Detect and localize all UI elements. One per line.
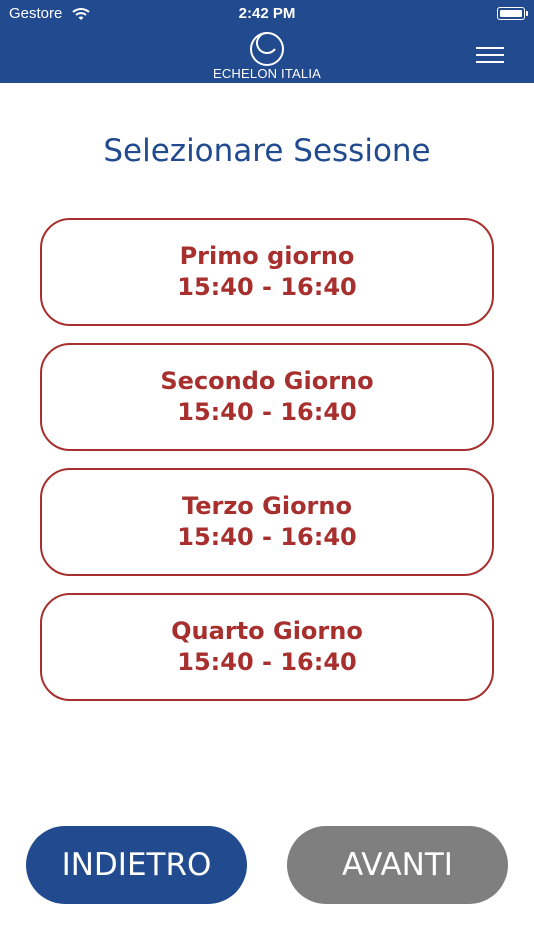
session-time: 15:40 - 16:40 (177, 648, 357, 676)
session-day: Quarto Giorno (171, 617, 363, 645)
session-option-4[interactable]: Quarto Giorno 15:40 - 16:40 (40, 593, 494, 701)
status-bar: Gestore 2:42 PM (0, 0, 534, 28)
session-option-3[interactable]: Terzo Giorno 15:40 - 16:40 (40, 468, 494, 576)
battery-icon (497, 7, 528, 20)
app-header: Gestore 2:42 PM ECHELON ITALIA (0, 0, 534, 83)
echelon-logo-icon (248, 29, 286, 71)
next-button[interactable]: AVANTI (287, 826, 508, 904)
session-option-1[interactable]: Primo giorno 15:40 - 16:40 (40, 218, 494, 326)
session-day: Secondo Giorno (160, 367, 374, 395)
session-time: 15:40 - 16:40 (177, 273, 357, 301)
status-time: 2:42 PM (238, 5, 296, 22)
session-time: 15:40 - 16:40 (177, 523, 357, 551)
page-title: Selezionare Sessione (103, 133, 431, 169)
back-button[interactable]: INDIETRO (26, 826, 247, 904)
session-time: 15:40 - 16:40 (177, 398, 357, 426)
session-option-2[interactable]: Secondo Giorno 15:40 - 16:40 (40, 343, 494, 451)
hamburger-menu-icon[interactable] (474, 44, 506, 66)
session-day: Primo giorno (179, 242, 355, 270)
logo-text: ECHELON ITALIA (212, 66, 322, 81)
session-day: Terzo Giorno (182, 492, 352, 520)
